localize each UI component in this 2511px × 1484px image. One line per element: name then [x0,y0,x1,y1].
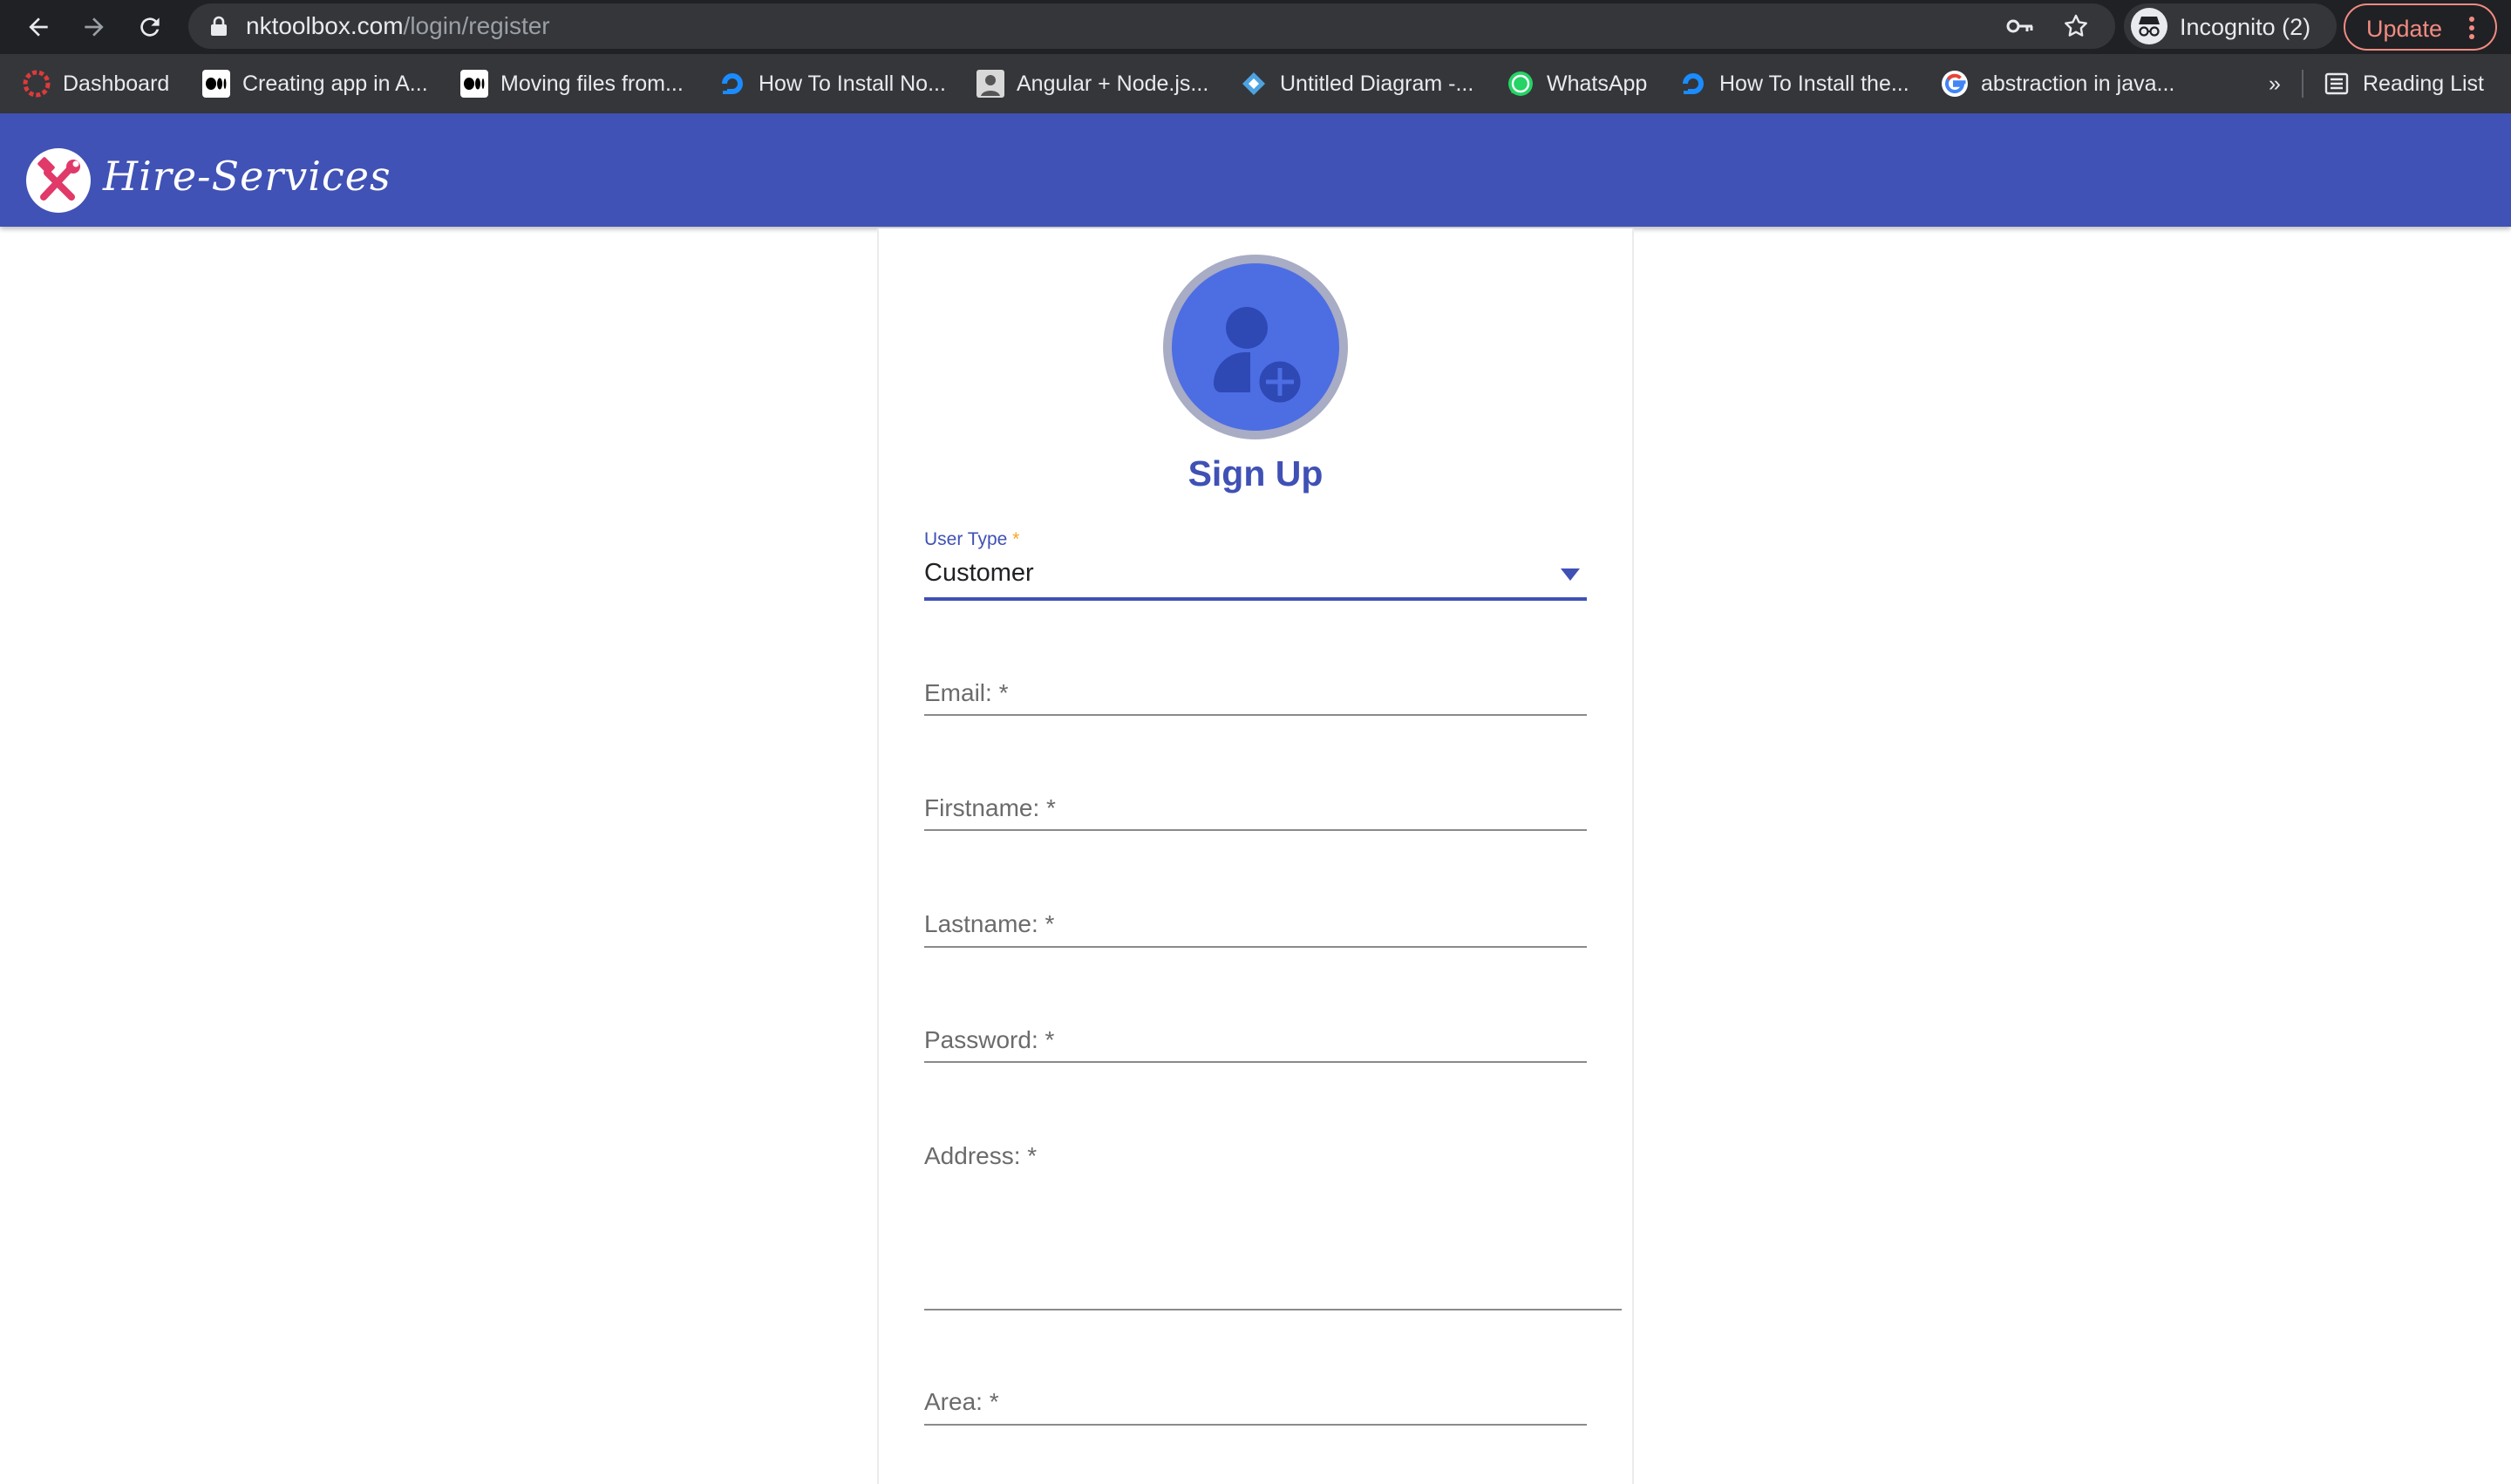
bookmark-star-icon[interactable] [2061,12,2091,40]
app-header: Hire-Services [0,113,2511,227]
back-arrow-icon [29,17,48,37]
bookmark-item[interactable]: WhatsApp [1507,68,1647,99]
incognito-icon [2131,8,2167,44]
bookmark-item[interactable]: Dashboard [23,68,169,99]
address-textarea[interactable]: Address: * [924,1141,1037,1171]
address-bar[interactable]: nktoolbox.com/login/register [188,3,2115,49]
reload-icon [140,17,160,37]
bookmark-item[interactable]: abstraction in java... [1941,68,2174,99]
drawio-icon [1242,72,1265,95]
hammer-wrench-logo-icon[interactable] [26,148,91,213]
bookmark-item[interactable]: Untitled Diagram -... [1240,68,1473,99]
bookmark-item[interactable]: Creating app in A... [202,68,428,99]
address-underline [924,1309,1622,1310]
password-underline [924,1061,1587,1063]
email-field[interactable]: Email: * [924,678,1008,708]
firstname-field[interactable]: Firstname: * [924,793,1056,823]
user-type-select[interactable]: Customer [924,558,1034,588]
bookmark-item[interactable]: How To Install the... [1679,68,1909,99]
url-text: nktoolbox.com/login/register [246,12,550,39]
bookmarks-divider [2302,70,2303,98]
medium-icon [202,70,230,98]
bookmark-item[interactable]: Moving files from... [460,68,684,99]
dropdown-arrow-icon[interactable] [1561,568,1580,581]
update-button[interactable]: Update [2344,3,2497,51]
email-underline [924,714,1587,716]
reading-list-icon [2324,72,2349,95]
user-type-label: User Type * [924,529,1020,549]
firstname-underline [924,829,1587,831]
bookmarks-bar: Dashboard Creating app in A... Moving fi… [0,54,2511,113]
more-bookmarks-button[interactable]: » [2269,68,2281,99]
bookmark-item[interactable]: How To Install No... [718,68,946,99]
digitalocean-icon [722,73,743,94]
area-underline [924,1424,1587,1426]
angular-icon [23,70,51,98]
page-title: Sign Up [1187,453,1324,494]
bookmark-item[interactable]: Angular + Node.js... [976,68,1208,99]
whatsapp-icon [1508,71,1533,96]
brand-title[interactable]: Hire-Services [103,150,391,202]
digitalocean-icon [1683,73,1704,94]
lock-icon [211,16,227,36]
avatar-ring [1163,255,1348,439]
lastname-field[interactable]: Lastname: * [924,909,1054,939]
browser-toolbar: nktoolbox.com/login/register Incognito (… [0,0,2511,54]
incognito-profile-button[interactable]: Incognito (2) [2124,3,2337,49]
kebab-menu-icon [2469,17,2474,39]
key-icon[interactable] [2005,12,2035,40]
password-field[interactable]: Password: * [924,1025,1054,1055]
back-button[interactable] [19,9,58,45]
lastname-underline [924,946,1587,948]
reading-list-button[interactable]: Reading List [2323,68,2484,99]
incognito-label: Incognito (2) [2180,14,2311,40]
area-field[interactable]: Area: * [924,1387,999,1417]
add-user-icon [1172,263,1339,431]
reload-button[interactable] [131,9,169,45]
medium-icon [460,70,488,98]
google-icon [1942,71,1968,97]
avatar-icon [976,70,1004,98]
forward-button[interactable] [75,9,113,45]
user-type-underline [924,597,1587,601]
update-label: Update [2366,16,2443,42]
forward-arrow-icon [85,17,104,37]
